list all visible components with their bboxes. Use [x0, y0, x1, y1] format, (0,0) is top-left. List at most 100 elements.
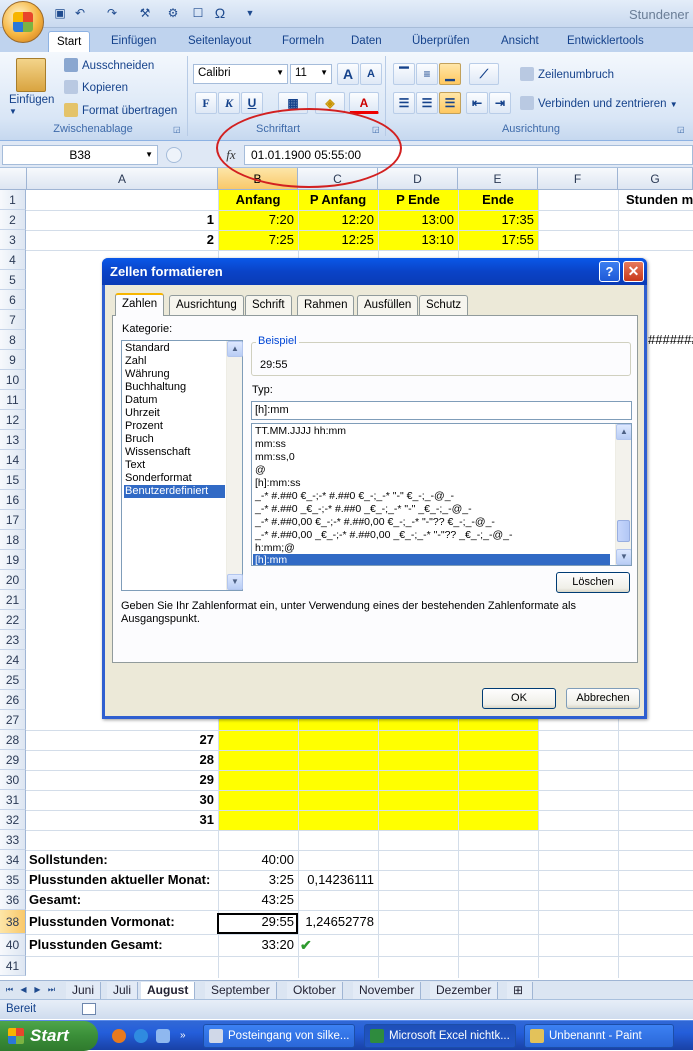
row-header[interactable]: 38 — [0, 910, 26, 934]
format-item[interactable]: _-* #.##0,00 _€_-;-* #.##0,00 _€_-;_-* "… — [255, 529, 512, 542]
category-item[interactable]: Standard — [124, 342, 171, 355]
dialog-tab-ausfuellen[interactable]: Ausfüllen — [357, 295, 419, 315]
row-header[interactable]: 4 — [0, 250, 26, 270]
sheet-tab-august[interactable]: August — [141, 982, 196, 999]
prev-sheet-icon[interactable]: ◀ — [18, 983, 29, 996]
row-header[interactable]: 25 — [0, 670, 26, 690]
font-name-box[interactable]: Calibri ▼ — [193, 64, 288, 84]
align-middle-icon[interactable]: ≡ — [416, 63, 438, 85]
row-header[interactable]: 10 — [0, 370, 26, 390]
sheet-tab-november[interactable]: November — [353, 982, 422, 999]
plus-gesamt-label[interactable]: Plusstunden Gesamt: — [29, 935, 218, 955]
category-item[interactable]: Text — [124, 459, 146, 472]
taskbar-item-excel[interactable]: Microsoft Excel nichtk... — [364, 1024, 516, 1048]
tab-einfuegen[interactable]: Einfügen — [103, 31, 164, 52]
name-box-dropdown-icon[interactable]: ▼ — [145, 146, 153, 164]
category-item[interactable]: Datum — [124, 394, 158, 407]
merge-center-button[interactable]: Verbinden und zentrieren ▼ — [520, 96, 678, 110]
category-item[interactable]: Sonderformat — [124, 472, 193, 485]
category-item[interactable]: Währung — [124, 368, 171, 381]
category-list[interactable]: Standard Zahl Währung Buchhaltung Datum … — [121, 340, 243, 591]
format-list[interactable]: TT.MM.JJJJ hh:mm mm:ss mm:ss,0 @ [h]:mm:… — [251, 423, 632, 566]
cell-b3[interactable]: 7:25 — [218, 230, 298, 250]
ok-button[interactable]: OK — [482, 688, 556, 709]
cell-d1[interactable]: P Ende — [378, 190, 458, 210]
cell-g1[interactable]: Stunden m — [626, 190, 693, 210]
firefox-icon[interactable] — [112, 1029, 126, 1043]
gesamt-value[interactable]: 43:25 — [218, 890, 298, 910]
cell-c2[interactable]: 12:20 — [298, 210, 378, 230]
category-scrollbar[interactable]: ▲ ▼ — [226, 341, 243, 590]
align-center-icon[interactable]: ☰ — [416, 92, 438, 114]
save-icon[interactable]: ▣ — [52, 5, 68, 21]
align-left-icon[interactable]: ☰ — [393, 92, 415, 114]
paste-icon[interactable] — [16, 58, 46, 92]
category-item[interactable]: Bruch — [124, 433, 155, 446]
row-header[interactable]: 18 — [0, 530, 26, 550]
tab-seitenlayout[interactable]: Seitenlayout — [180, 31, 259, 52]
row-header[interactable]: 23 — [0, 630, 26, 650]
dialog-tab-ausrichtung[interactable]: Ausrichtung — [169, 295, 244, 315]
row-header[interactable]: 3 — [0, 230, 26, 250]
row-header[interactable]: 13 — [0, 430, 26, 450]
cell-g8-overflow[interactable]: ####### — [648, 330, 693, 350]
select-all-corner[interactable] — [0, 168, 27, 190]
sollstunden-label[interactable]: Sollstunden: — [29, 850, 218, 870]
help-button[interactable]: ? — [599, 261, 620, 282]
first-sheet-icon[interactable]: ⏮ — [4, 983, 15, 996]
column-header-d[interactable]: D — [378, 168, 458, 190]
omega-icon[interactable]: Ω — [212, 5, 228, 21]
cell-a28[interactable]: 27 — [27, 730, 218, 750]
category-item-selected[interactable]: Benutzerdefiniert — [124, 485, 225, 498]
plusstunden-decimal[interactable]: 0,14236111 — [298, 870, 378, 890]
format-icon[interactable]: ☐ — [190, 5, 206, 21]
italic-button[interactable]: K — [218, 92, 240, 114]
row-header[interactable]: 33 — [0, 830, 26, 850]
decrease-indent-icon[interactable]: ⇤ — [466, 92, 488, 114]
category-item[interactable]: Buchhaltung — [124, 381, 187, 394]
row-header[interactable]: 35 — [0, 870, 26, 890]
align-bottom-icon[interactable]: ▁ — [439, 63, 461, 85]
format-item[interactable]: mm:ss,0 — [255, 451, 295, 464]
delete-button[interactable]: Löschen — [556, 572, 630, 593]
orientation-icon[interactable]: ⟋ — [469, 63, 499, 85]
insert-sheet-icon[interactable]: ⊞ — [507, 982, 533, 999]
cut-button[interactable]: Ausschneiden — [64, 58, 154, 72]
dialog-title-bar[interactable]: Zellen formatieren ? ✕ — [102, 258, 647, 285]
grow-font-button[interactable]: A — [337, 63, 359, 85]
format-item[interactable]: TT.MM.JJJJ hh:mm — [255, 425, 346, 438]
plusstunden-label[interactable]: Plusstunden aktueller Monat: — [29, 870, 218, 890]
row-header[interactable]: 15 — [0, 470, 26, 490]
category-item[interactable]: Zahl — [124, 355, 147, 368]
cell-b2[interactable]: 7:20 — [218, 210, 298, 230]
paste-dropdown-icon[interactable]: ▼ — [9, 107, 17, 116]
quicklaunch-expand-icon[interactable]: » — [180, 1030, 186, 1041]
shrink-font-button[interactable]: A — [360, 63, 382, 85]
plusstunden-value[interactable]: 3:25 — [218, 870, 298, 890]
cell-d3[interactable]: 13:10 — [378, 230, 458, 250]
bold-button[interactable]: F — [195, 92, 217, 114]
start-button[interactable]: Start — [0, 1021, 98, 1051]
font-size-box[interactable]: 11 ▼ — [290, 64, 332, 84]
format-item[interactable]: _-* #.##0 _€_-;-* #.##0 _€_-;_-* "-" _€_… — [255, 503, 472, 516]
macro-record-icon[interactable] — [82, 1003, 96, 1015]
row-header[interactable]: 24 — [0, 650, 26, 670]
office-button[interactable] — [2, 1, 44, 43]
sheet-tab-september[interactable]: September — [205, 982, 277, 999]
name-box[interactable]: B38 ▼ — [2, 145, 158, 165]
cell-e1[interactable]: Ende — [458, 190, 538, 210]
cell-b1[interactable]: Anfang — [218, 190, 298, 210]
tool-icon[interactable]: ⚒ — [137, 5, 153, 21]
cell-c1[interactable]: P Anfang — [298, 190, 378, 210]
dialog-tab-schrift[interactable]: Schrift — [245, 295, 292, 315]
row-header[interactable]: 5 — [0, 270, 26, 290]
format-scrollbar[interactable]: ▲ ▼ — [615, 424, 631, 565]
row-header[interactable]: 9 — [0, 350, 26, 370]
quicklaunch-icon[interactable] — [156, 1029, 170, 1043]
tab-entwicklertools[interactable]: Entwicklertools — [559, 31, 652, 52]
undo-icon[interactable]: ↶ — [72, 5, 88, 21]
row-header[interactable]: 14 — [0, 450, 26, 470]
scroll-down-icon[interactable]: ▼ — [227, 574, 243, 590]
cell-a30[interactable]: 29 — [27, 770, 218, 790]
scroll-up-icon[interactable]: ▲ — [227, 341, 243, 357]
